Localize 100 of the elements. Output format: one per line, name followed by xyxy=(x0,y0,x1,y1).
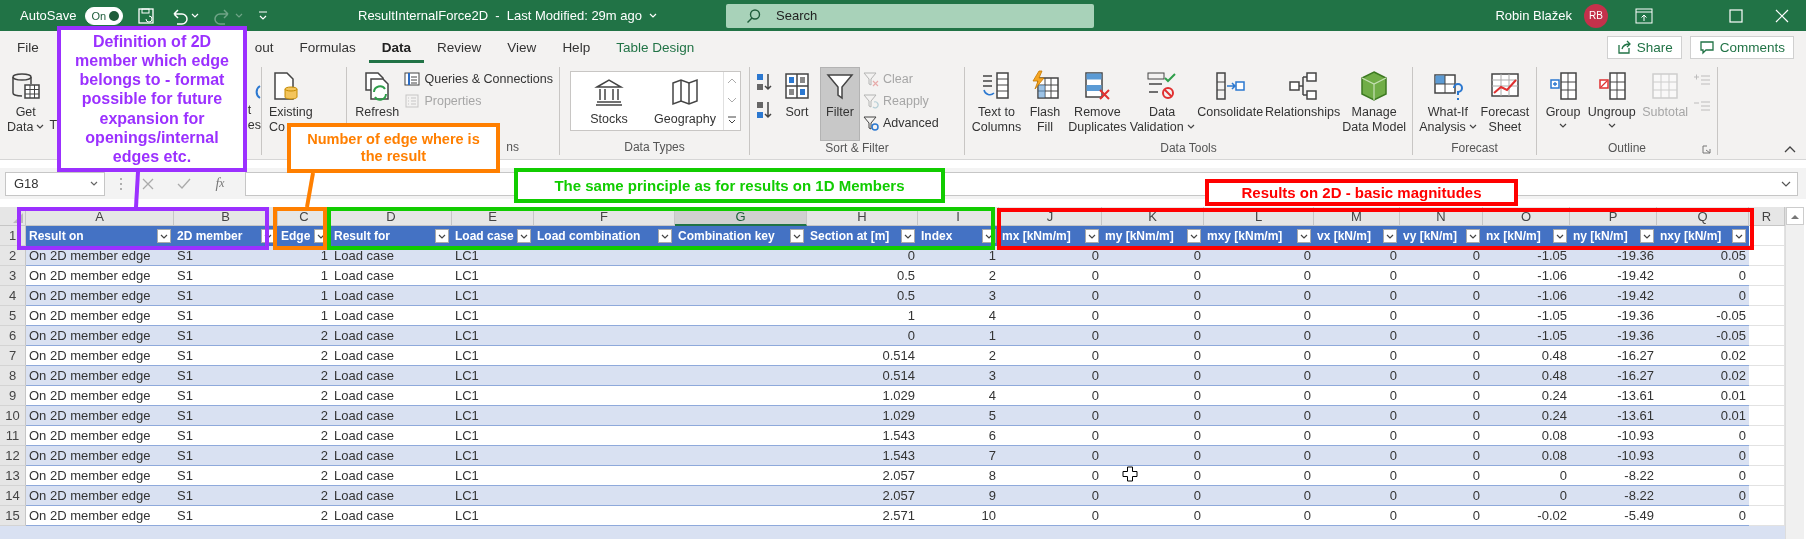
row-number[interactable]: 7 xyxy=(0,346,26,366)
share-button[interactable]: Share xyxy=(1606,35,1682,59)
caret-icon xyxy=(1556,233,1564,239)
name-box[interactable]: G18 xyxy=(5,171,105,196)
table-cell: 2 xyxy=(278,366,331,386)
check-icon xyxy=(177,177,191,190)
row-number[interactable]: 15 xyxy=(0,506,26,526)
filter-dropdown[interactable] xyxy=(157,229,171,243)
table-cell: 0 xyxy=(1204,366,1314,386)
ribbon-button[interactable]: Manage Data Model xyxy=(1342,67,1406,141)
ribbon-tab[interactable]: Review xyxy=(424,34,495,63)
data-type-option[interactable]: Stocks xyxy=(571,72,647,130)
cursor-icon xyxy=(1122,466,1138,482)
ribbon-button[interactable]: Flash Fill xyxy=(1024,67,1065,141)
filter-dropdown[interactable] xyxy=(517,229,531,243)
share-icon xyxy=(1615,39,1632,55)
filter-dropdown[interactable] xyxy=(1732,229,1746,243)
row-number[interactable]: 14 xyxy=(0,486,26,506)
group-label: Data Types xyxy=(624,140,685,155)
table-cell: 2.057 xyxy=(807,486,918,506)
ribbon-button[interactable]: Refresh xyxy=(353,67,402,123)
user-name[interactable]: Robin Blažek xyxy=(1495,8,1572,23)
ribbon-button[interactable]: Ungroup xyxy=(1586,67,1638,141)
search-field[interactable]: Search xyxy=(726,3,1094,28)
filter-dropdown[interactable] xyxy=(901,229,915,243)
filter-dropdown[interactable] xyxy=(1553,229,1567,243)
table-cell: On 2D member edge xyxy=(26,486,174,506)
row-number[interactable]: 10 xyxy=(0,406,26,426)
column-heading: 2D member xyxy=(177,229,243,243)
ribbon-tab[interactable]: File xyxy=(4,34,52,63)
ribbon-button[interactable]: Remove Duplicates xyxy=(1067,67,1127,141)
scroll-up-button[interactable] xyxy=(1786,207,1804,225)
row-number[interactable]: 3 xyxy=(0,266,26,286)
ribbon-button[interactable]: Forecast Sheet xyxy=(1479,67,1530,141)
table-cell: 1.029 xyxy=(807,406,918,426)
document-title[interactable]: ResultInternalForce2D - Last Modified: 29m ago xyxy=(358,8,642,23)
table-cell: Load case xyxy=(331,366,452,386)
filter-dropdown[interactable] xyxy=(790,229,804,243)
column-heading: vy [kN/m] xyxy=(1403,229,1458,243)
sort-ascending-button[interactable] xyxy=(756,72,774,92)
filter-dropdown[interactable] xyxy=(1187,229,1201,243)
relationships-icon xyxy=(1286,70,1319,102)
ribbon-button[interactable]: Get Data xyxy=(3,67,49,141)
ribbon-button[interactable]: Sort xyxy=(777,67,817,141)
row-number[interactable]: 13 xyxy=(0,466,26,486)
ribbon-button-label[interactable]: T xyxy=(49,118,58,133)
ribbon-tab[interactable]: View xyxy=(494,34,550,63)
row-number[interactable]: 9 xyxy=(0,386,26,406)
ribbon-button-label[interactable]: t es xyxy=(247,103,261,133)
ribbon-button[interactable]: Data Validation xyxy=(1129,67,1195,141)
autosave-toggle[interactable]: On xyxy=(85,6,124,25)
maximize-icon xyxy=(1728,7,1744,24)
ribbon-button[interactable]: Queries & Connections xyxy=(404,69,553,88)
filter-dropdown[interactable] xyxy=(1297,229,1311,243)
ribbon-button[interactable]: Consolidate xyxy=(1197,67,1263,141)
filter-dropdown[interactable] xyxy=(1640,229,1654,243)
ribbon-tab[interactable]: Help xyxy=(549,34,604,63)
table-cell: S1 xyxy=(174,326,278,346)
ribbon-tab[interactable]: Table Design xyxy=(603,34,708,63)
customize-icon xyxy=(257,9,270,22)
hide-detail-icon xyxy=(1693,99,1711,113)
sort-descending-button[interactable] xyxy=(756,100,774,120)
data-type-option[interactable]: Geography xyxy=(647,72,723,130)
dialog-launcher[interactable] xyxy=(1702,145,1711,154)
callout-tooltip: The same principle as for results on 1D Members xyxy=(514,168,945,203)
row-number[interactable]: 4 xyxy=(0,286,26,306)
ribbon-button[interactable]: Group xyxy=(1543,67,1583,141)
table-cell: 0 xyxy=(1314,326,1400,346)
filter-dropdown[interactable] xyxy=(1085,229,1099,243)
row-number[interactable]: 11 xyxy=(0,426,26,446)
filter-dropdown[interactable] xyxy=(435,229,449,243)
table-cell xyxy=(1749,486,1785,506)
vertical-scrollbar[interactable] xyxy=(1785,207,1804,539)
ribbon-button[interactable]: What-If Analysis xyxy=(1419,67,1477,141)
row-number[interactable]: 6 xyxy=(0,326,26,346)
table-cell xyxy=(1749,326,1785,346)
table-cell: 0.01 xyxy=(1657,406,1749,426)
row-number[interactable]: 5 xyxy=(0,306,26,326)
comments-button[interactable]: Comments xyxy=(1689,35,1794,59)
row-number[interactable]: 8 xyxy=(0,366,26,386)
bank-icon xyxy=(593,76,625,108)
autosave-label: AutoSave xyxy=(20,8,77,23)
chevron-up-icon xyxy=(1784,145,1796,153)
ribbon-button[interactable]: Relationships xyxy=(1265,67,1340,141)
row-number[interactable]: 12 xyxy=(0,446,26,466)
table-cell: Load case xyxy=(331,446,452,466)
filter-dropdown[interactable] xyxy=(1466,229,1480,243)
collapse-ribbon-button[interactable] xyxy=(1784,145,1796,153)
avatar[interactable]: RB xyxy=(1584,3,1608,28)
row-number[interactable]: 2 xyxy=(0,246,26,266)
filter-dropdown[interactable] xyxy=(658,229,672,243)
ribbon-tab[interactable]: Formulas xyxy=(286,34,369,63)
ribbon-button[interactable]: Filter xyxy=(820,67,860,141)
ribbon-button[interactable]: Advanced xyxy=(863,113,939,132)
caret-icon xyxy=(1559,123,1567,128)
table-cell: LC1 xyxy=(452,286,534,306)
caret-icon xyxy=(1088,233,1096,239)
table-cell: 5 xyxy=(918,406,999,426)
ribbon-button[interactable]: Text to Columns xyxy=(971,67,1022,141)
filter-dropdown[interactable] xyxy=(1383,229,1397,243)
